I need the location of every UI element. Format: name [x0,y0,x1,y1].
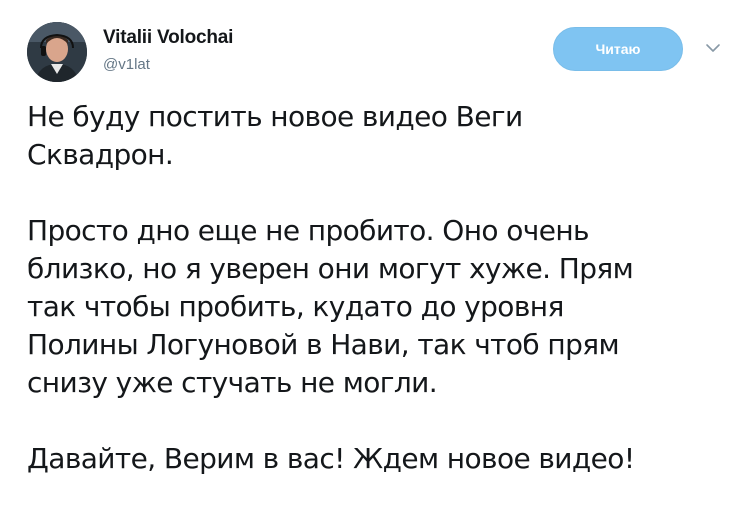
tweet-card: Vitalii Volochai @v1lat Читаю Не буду по… [0,0,730,512]
tweet-paragraph: Давайте, Верим в вас! Ждем новое видео! [27,440,717,478]
tweet-paragraph: Просто дно еще не пробито. Оно очень бли… [27,212,717,402]
chevron-down-icon[interactable] [704,41,722,55]
avatar-image [27,22,87,82]
tweet-line: снизу уже стучать не могли. [27,366,438,399]
tweet-paragraph: Не буду постить новое видео Веги Сквадро… [27,98,717,174]
tweet-line: Давайте, Верим в вас! Ждем новое видео! [27,442,635,475]
tweet-line: Сквадрон. [27,138,174,171]
tweet-line: Просто дно еще не пробито. Оно очень [27,214,590,247]
tweet-line: Не буду постить новое видео Веги [27,100,523,133]
tweet-line: Полины Логуновой в Нави, так чтоб прям [27,328,620,361]
following-button[interactable]: Читаю [553,27,683,71]
tweet-text: Не буду постить новое видео Веги Сквадро… [27,98,717,478]
tweet-line: так чтобы пробить, кудато до уровня [27,290,564,323]
tweet-line: близко, но я уверен они могут хуже. Прям [27,252,634,285]
user-handle[interactable]: @v1lat [103,56,150,73]
avatar[interactable] [27,22,87,82]
display-name[interactable]: Vitalii Volochai [103,27,233,49]
